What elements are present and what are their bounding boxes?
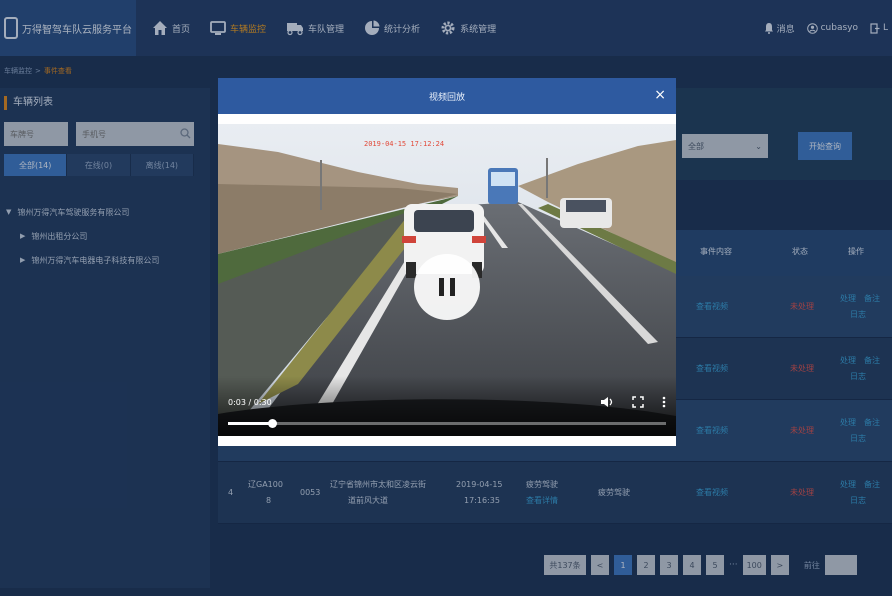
pause-button[interactable]	[414, 254, 480, 320]
progress-fill	[228, 422, 272, 425]
video-player[interactable]: 2019-04-15 17:12:24 0:03 / 0:30	[218, 124, 676, 436]
modal-header: 视频回放 ×	[218, 78, 676, 114]
volume-icon[interactable]	[600, 396, 614, 408]
modal-title: 视频回放	[428, 92, 465, 103]
control-icons	[600, 396, 666, 408]
close-icon[interactable]: ×	[654, 88, 666, 102]
more-options-icon[interactable]	[662, 396, 666, 408]
video-playback-modal: 视频回放 × 2019-04-15 17:12:24 0:03 / 0:30	[218, 78, 676, 446]
progress-bar[interactable]	[228, 419, 666, 428]
fullscreen-icon[interactable]	[632, 396, 644, 408]
progress-handle[interactable]	[267, 419, 277, 428]
pause-icon	[450, 278, 455, 296]
video-controls: 0:03 / 0:30	[218, 376, 676, 436]
time-display: 0:03 / 0:30	[228, 398, 272, 407]
video-overlay-timestamp: 2019-04-15 17:12:24	[364, 140, 445, 148]
pause-icon	[439, 278, 444, 296]
